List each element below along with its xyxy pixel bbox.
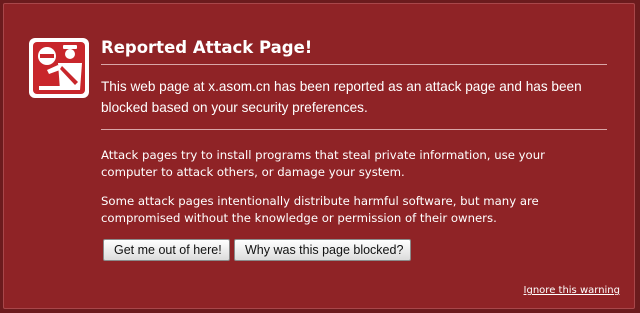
page: Reported Attack Page! This web page at x… <box>0 0 640 313</box>
title-divider <box>101 64 607 65</box>
content-divider <box>101 129 607 130</box>
compromised-info-text: Some attack pages intentionally distribu… <box>101 194 539 225</box>
ignore-warning-link[interactable]: Ignore this warning <box>524 285 620 296</box>
warning-message: This web page at x.asom.cn has been repo… <box>101 79 582 115</box>
why-blocked-button[interactable]: Why was this page blocked? <box>234 239 411 261</box>
shield-icon <box>27 36 91 100</box>
warning-panel: Reported Attack Page! This web page at x… <box>3 3 635 309</box>
page-title: Reported Attack Page! <box>101 38 313 57</box>
get-me-out-button[interactable]: Get me out of here! <box>103 239 230 261</box>
attack-info-text: Attack pages try to install programs tha… <box>101 148 545 179</box>
